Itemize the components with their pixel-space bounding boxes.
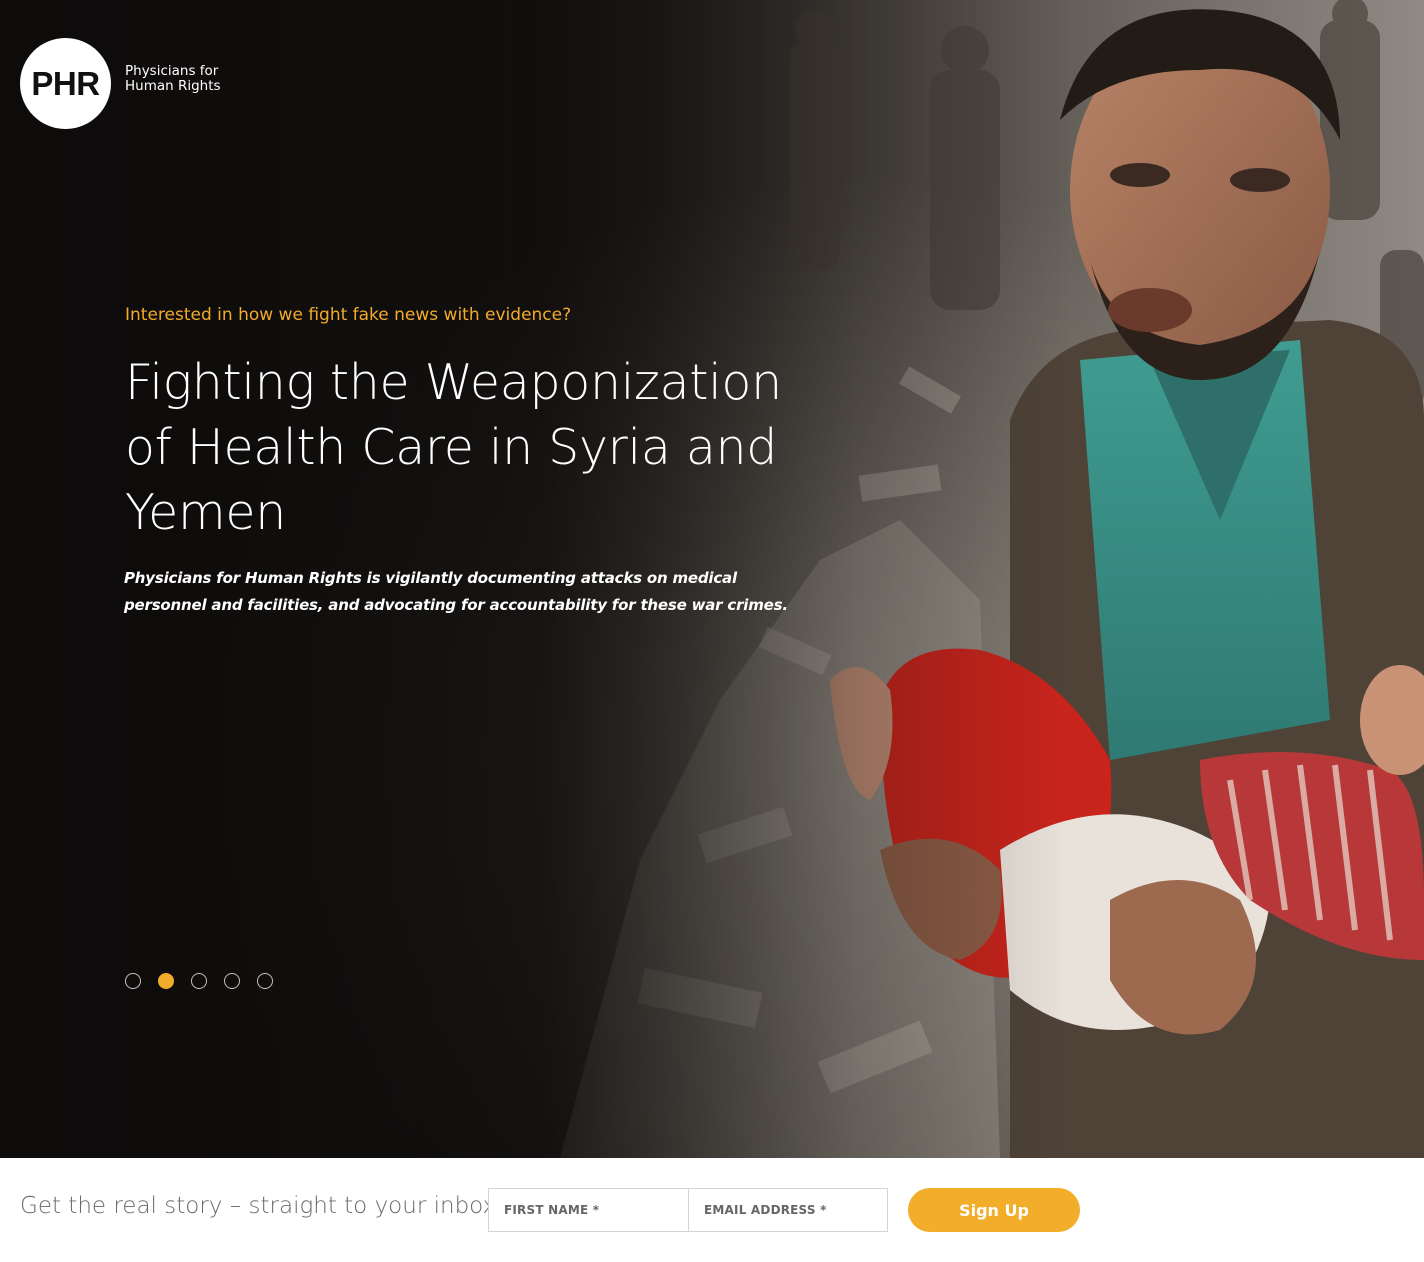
hero-lede: Physicians for Human Rights is vigilantl… xyxy=(124,569,788,614)
hero-carousel: PHR Physicians for Human Rights Interest… xyxy=(0,0,1424,1158)
email-address-input[interactable] xyxy=(688,1188,888,1232)
carousel-dot-4[interactable] xyxy=(224,973,240,989)
logo-wordmark: Physicians for Human Rights xyxy=(125,62,221,94)
carousel-dot-2[interactable] xyxy=(158,973,174,989)
logo-line-2: Human Rights xyxy=(125,77,221,94)
signup-label: Get the real story – straight to your in… xyxy=(20,1193,504,1219)
sign-up-button[interactable]: Sign Up xyxy=(908,1188,1080,1232)
logo-mark: PHR xyxy=(20,38,111,129)
hero-headline[interactable]: Fighting the Weaponization of Health Car… xyxy=(125,350,825,545)
first-name-input[interactable] xyxy=(488,1188,689,1232)
carousel-dot-1[interactable] xyxy=(125,973,141,989)
phr-logo[interactable]: PHR Physicians for Human Rights xyxy=(20,38,221,129)
carousel-dot-5[interactable] xyxy=(257,973,273,989)
hero-eyebrow-link[interactable]: Interested in how we fight fake news wit… xyxy=(125,305,571,325)
carousel-dot-3[interactable] xyxy=(191,973,207,989)
logo-line-1: Physicians for xyxy=(125,62,219,79)
carousel-pagination xyxy=(125,973,273,989)
